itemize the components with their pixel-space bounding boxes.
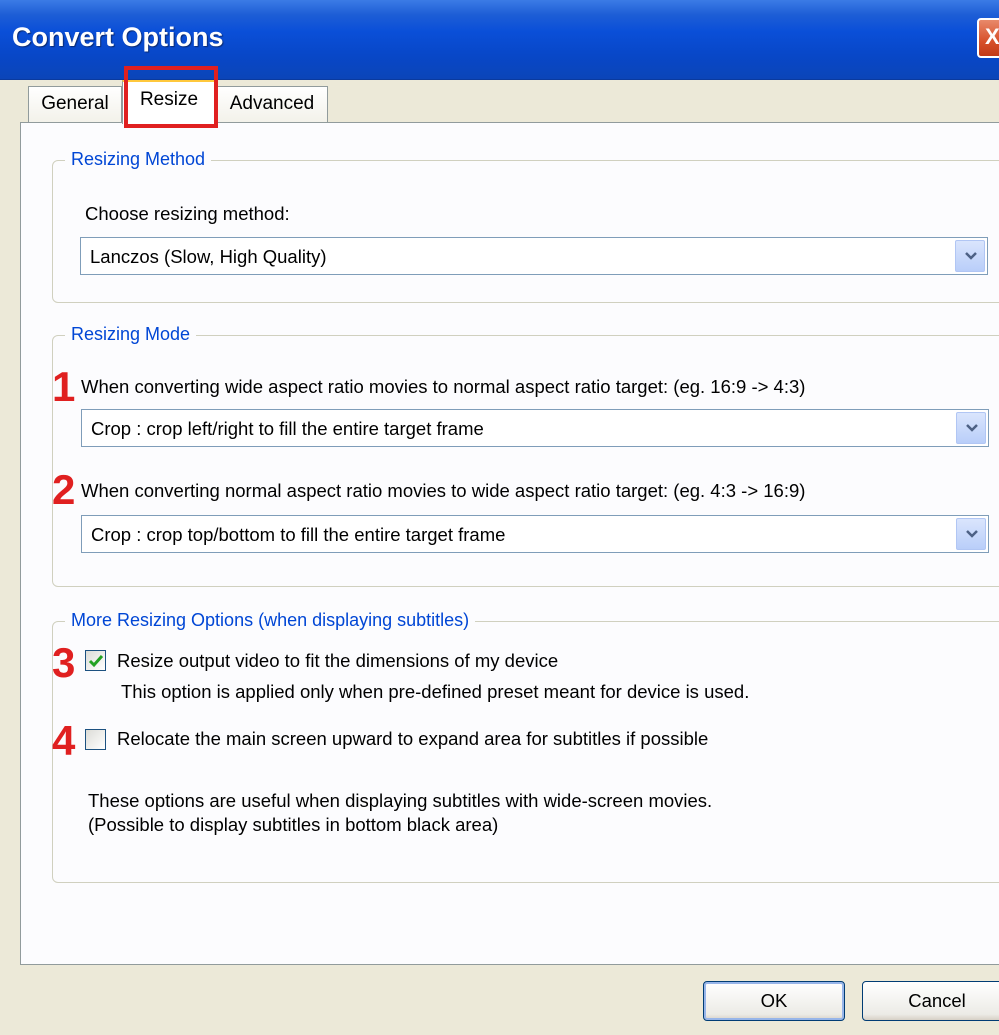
select-value: Lanczos (Slow, High Quality)	[90, 246, 327, 267]
wide-to-normal-select[interactable]: Crop : crop left/right to fill the entir…	[81, 409, 989, 447]
relocate-label[interactable]: Relocate the main screen upward to expan…	[117, 728, 708, 750]
normal-to-wide-label: When converting normal aspect ratio movi…	[81, 480, 806, 501]
normal-to-wide-select[interactable]: Crop : crop top/bottom to fill the entir…	[81, 515, 989, 553]
group-legend: Resizing Mode	[65, 324, 197, 345]
ok-label: OK	[760, 990, 788, 1011]
title-bar: Convert Options X	[0, 0, 999, 80]
info-text-line-2: (Possible to display subtitles in bottom…	[88, 814, 499, 835]
select-value: Crop : crop top/bottom to fill the entir…	[91, 524, 506, 545]
resizing-mode-group: Resizing Mode 1 When converting wide asp…	[52, 324, 999, 587]
more-resizing-options-group: More Resizing Options (when displaying s…	[52, 610, 999, 883]
chevron-down-icon	[966, 530, 978, 538]
annotation-marker-1: 1	[52, 363, 76, 410]
annotation-marker-3: 3	[52, 639, 76, 686]
chevron-down-icon	[966, 424, 978, 432]
tab-general[interactable]: General	[28, 86, 122, 122]
ok-button[interactable]: OK	[703, 981, 845, 1021]
tab-label: Advanced	[229, 93, 315, 114]
relocate-checkbox[interactable]	[85, 729, 106, 750]
tab-label: General	[41, 93, 109, 114]
annotation-marker-2: 2	[52, 466, 76, 513]
info-text-line-1: These options are useful when displaying…	[88, 790, 713, 811]
wide-to-normal-label: When converting wide aspect ratio movies…	[81, 376, 806, 397]
chevron-down-icon	[965, 252, 977, 260]
fit-device-label[interactable]: Resize output video to fit the dimension…	[117, 650, 558, 672]
fit-device-note: This option is applied only when pre-def…	[121, 681, 750, 702]
tab-label: Resize	[139, 89, 199, 110]
resizing-method-prompt: Choose resizing method:	[85, 203, 290, 224]
cancel-button[interactable]: Cancel	[862, 981, 999, 1021]
dropdown-button[interactable]	[955, 240, 985, 272]
dropdown-button[interactable]	[956, 518, 986, 550]
annotation-marker-4: 4	[52, 717, 76, 764]
select-value: Crop : crop left/right to fill the entir…	[91, 418, 484, 439]
close-icon: X	[985, 24, 999, 49]
group-legend: Resizing Method	[65, 149, 212, 170]
tab-resize[interactable]: Resize	[122, 80, 216, 124]
close-button[interactable]: X	[977, 18, 999, 58]
check-icon	[88, 655, 104, 668]
window-title: Convert Options	[12, 22, 224, 52]
resize-tab-panel: Resizing Method Choose resizing method: …	[20, 122, 999, 965]
dropdown-button[interactable]	[956, 412, 986, 444]
fit-device-checkbox[interactable]	[85, 650, 106, 671]
group-legend: More Resizing Options (when displaying s…	[65, 610, 476, 631]
resizing-method-select[interactable]: Lanczos (Slow, High Quality)	[80, 237, 988, 275]
cancel-label: Cancel	[908, 990, 966, 1011]
tab-advanced[interactable]: Advanced	[216, 86, 328, 122]
resizing-method-group: Resizing Method Choose resizing method: …	[52, 149, 999, 303]
